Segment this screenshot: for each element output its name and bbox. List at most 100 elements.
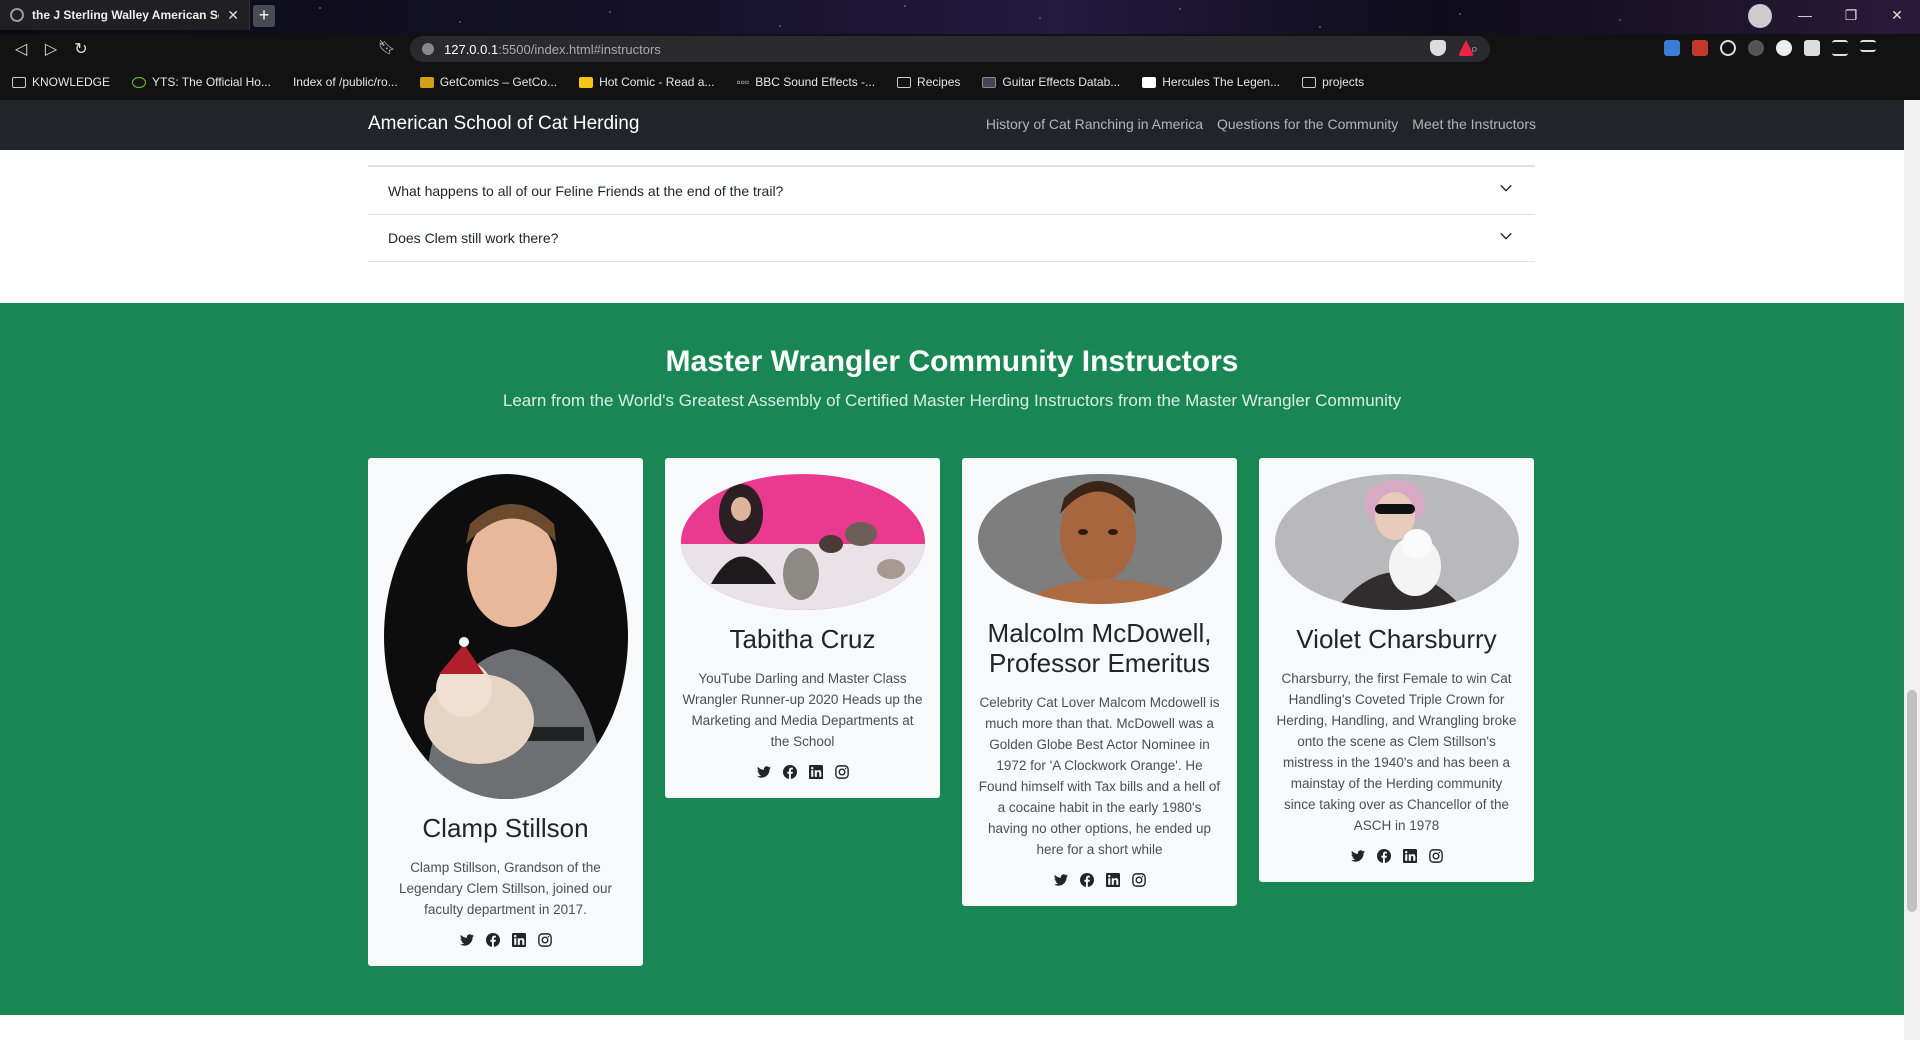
web-page: American School of Cat Herding History o… — [0, 100, 1904, 1040]
tab-title: the J Sterling Walley American Sc — [32, 8, 220, 22]
chevron-down-icon — [1500, 184, 1512, 192]
bookmark-item[interactable]: Hot Comic - Read a... — [579, 75, 714, 89]
twitter-icon[interactable] — [459, 932, 475, 948]
chevron-down-icon — [1500, 232, 1512, 240]
bookmark-label: YTS: The Official Ho... — [152, 75, 271, 89]
social-links — [679, 764, 926, 780]
instructor-photo — [1274, 474, 1519, 610]
bookmark-label: projects — [1322, 75, 1365, 89]
nav-link-questions[interactable]: Questions for the Community — [1217, 116, 1398, 132]
site-navbar: American School of Cat Herding History o… — [0, 100, 1904, 150]
facebook-icon[interactable] — [782, 764, 798, 780]
instructor-card: Tabitha Cruz YouTube Darling and Master … — [665, 458, 940, 798]
extensions-puzzle-icon[interactable] — [1804, 40, 1820, 56]
menu-icon[interactable] — [1860, 40, 1876, 52]
instructor-name: Violet Charsburry — [1296, 624, 1497, 654]
instructor-card: Violet Charsburry Charsburry, the first … — [1259, 458, 1534, 882]
instagram-icon[interactable] — [1428, 848, 1444, 864]
instructors-section: Master Wrangler Community Instructors Le… — [0, 303, 1904, 1015]
page-scrollbar[interactable] — [1904, 100, 1920, 1040]
section-subtitle: Learn from the World's Greatest Assembly… — [502, 391, 1402, 410]
instagram-icon[interactable] — [537, 932, 553, 948]
extensions-row — [1430, 40, 1474, 56]
faq-item[interactable]: What happens to all of our Feline Friend… — [368, 166, 1535, 214]
maximize-icon[interactable]: ❐ — [1828, 0, 1874, 30]
facebook-icon[interactable] — [1079, 872, 1095, 888]
bookmark-label: Guitar Effects Datab... — [1002, 75, 1121, 89]
faq-item[interactable]: Does Clem still work there? — [368, 214, 1535, 262]
address-bar[interactable]: 127.0.0.1:5500/index.html#instructors ⌕ — [410, 36, 1490, 62]
bookmark-item[interactable]: Guitar Effects Datab... — [982, 75, 1120, 89]
instructor-photo — [680, 474, 925, 610]
reload-icon[interactable]: ↻ — [66, 39, 96, 59]
getcomics-favicon-icon — [419, 76, 434, 88]
instructor-photo-image — [977, 474, 1222, 604]
site-info-icon[interactable] — [422, 43, 434, 55]
back-icon[interactable]: ◁ — [6, 39, 36, 59]
instagram-icon[interactable] — [1131, 872, 1147, 888]
nav-link-instructors[interactable]: Meet the Instructors — [1412, 116, 1536, 132]
minimize-icon[interactable]: — — [1782, 0, 1828, 30]
instructor-card: Malcolm McDowell, Professor Emeritus Cel… — [962, 458, 1237, 906]
browser-tab[interactable]: the J Sterling Walley American Sc ✕ — [0, 0, 250, 30]
scrollbar-thumb[interactable] — [1907, 690, 1917, 912]
extensions-row-right — [1664, 40, 1876, 56]
react-devtools-icon[interactable] — [1720, 40, 1736, 56]
bookmark-item[interactable]: KNOWLEDGE — [12, 75, 110, 89]
bookmark-item[interactable]: ▫▫▫ BBC Sound Effects -... — [736, 75, 875, 89]
nav-links: History of Cat Ranching in America Quest… — [986, 116, 1536, 132]
hercules-favicon-icon — [1142, 76, 1157, 88]
instructor-photo-image — [680, 474, 925, 610]
twitter-icon[interactable] — [756, 764, 772, 780]
brave-shield-icon[interactable] — [1430, 40, 1446, 56]
reading-list-icon[interactable] — [1832, 40, 1848, 56]
dark-mode-icon[interactable] — [1776, 40, 1792, 56]
section-title: Master Wrangler Community Instructors — [665, 345, 1239, 378]
faq-question: Does Clem still work there? — [388, 230, 559, 246]
bookmark-label: Hercules The Legen... — [1162, 75, 1281, 89]
linkedin-icon[interactable] — [511, 932, 527, 948]
instructor-photo-image — [1274, 474, 1519, 610]
instructor-card: Clamp Stillson Clamp Stillson, Grandson … — [368, 458, 643, 966]
new-tab-button[interactable]: + — [253, 5, 275, 27]
url-path: :5500/index.html#instructors — [498, 41, 661, 57]
bookmark-item[interactable]: Index of /public/ro... — [293, 75, 398, 89]
url-host: 127.0.0.1 — [444, 41, 499, 57]
linkedin-icon[interactable] — [808, 764, 824, 780]
social-links — [382, 932, 629, 948]
brave-rewards-icon[interactable] — [1458, 40, 1474, 56]
bookmark-item[interactable]: GetComics – GetCo... — [419, 75, 557, 89]
profile-avatar[interactable] — [1748, 4, 1772, 28]
bookmark-label: Hot Comic - Read a... — [599, 75, 715, 89]
instructor-name: Malcolm McDowell, Professor Emeritus — [987, 618, 1212, 678]
social-links — [976, 872, 1223, 888]
linkedin-icon[interactable] — [1105, 872, 1121, 888]
twitter-icon[interactable] — [1350, 848, 1366, 864]
folder-icon — [897, 76, 912, 88]
bookmark-item[interactable]: projects — [1302, 75, 1364, 89]
instructor-photo — [383, 474, 628, 799]
nav-link-history[interactable]: History of Cat Ranching in America — [986, 116, 1203, 132]
tab-close-icon[interactable]: ✕ — [227, 7, 239, 24]
twitter-icon[interactable] — [1053, 872, 1069, 888]
translate-extension-icon[interactable] — [1664, 40, 1680, 56]
close-window-icon[interactable]: ✕ — [1874, 0, 1920, 30]
instructor-bio: Clamp Stillson, Grandson of the Legendar… — [398, 860, 613, 917]
bookmark-page-icon[interactable]: 🔖︎ — [378, 39, 396, 56]
bookmark-item[interactable]: Recipes — [897, 75, 960, 89]
social-links — [1273, 848, 1520, 864]
forward-icon[interactable]: ▷ — [36, 39, 66, 59]
guitar-favicon-icon — [982, 76, 997, 88]
bookmark-item[interactable]: Hercules The Legen... — [1142, 75, 1280, 89]
bookmark-label: KNOWLEDGE — [32, 75, 111, 89]
folder-icon — [12, 76, 26, 88]
window-controls: — ❐ ✕ — [1782, 0, 1920, 30]
facebook-icon[interactable] — [485, 932, 501, 948]
site-brand[interactable]: American School of Cat Herding — [368, 113, 639, 135]
s-extension-icon[interactable] — [1692, 40, 1708, 56]
linkedin-icon[interactable] — [1402, 848, 1418, 864]
facebook-icon[interactable] — [1376, 848, 1392, 864]
w-extension-icon[interactable] — [1748, 40, 1764, 56]
bookmark-item[interactable]: YTS: The Official Ho... — [132, 75, 271, 89]
instagram-icon[interactable] — [834, 764, 850, 780]
